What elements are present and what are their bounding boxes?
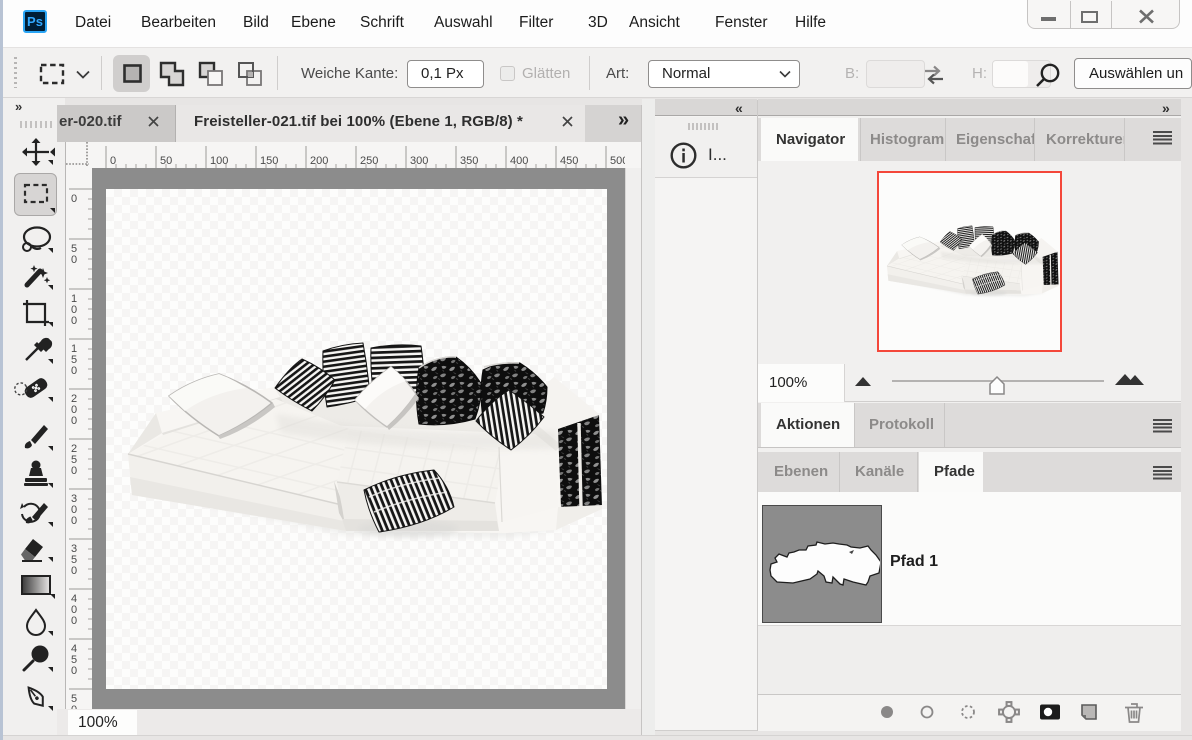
svg-text:0: 0	[110, 155, 116, 167]
svg-text:0: 0	[71, 465, 77, 477]
svg-text:0: 0	[71, 665, 77, 677]
svg-text:0: 0	[71, 365, 77, 377]
svg-text:500: 500	[610, 155, 625, 167]
svg-text:0: 0	[71, 315, 77, 327]
svg-text:0: 0	[71, 565, 77, 577]
svg-text:0: 0	[71, 415, 77, 427]
svg-text:0: 0	[71, 254, 77, 266]
svg-text:0: 0	[71, 193, 77, 205]
svg-text:0: 0	[71, 515, 77, 527]
svg-text:0: 0	[71, 615, 77, 627]
